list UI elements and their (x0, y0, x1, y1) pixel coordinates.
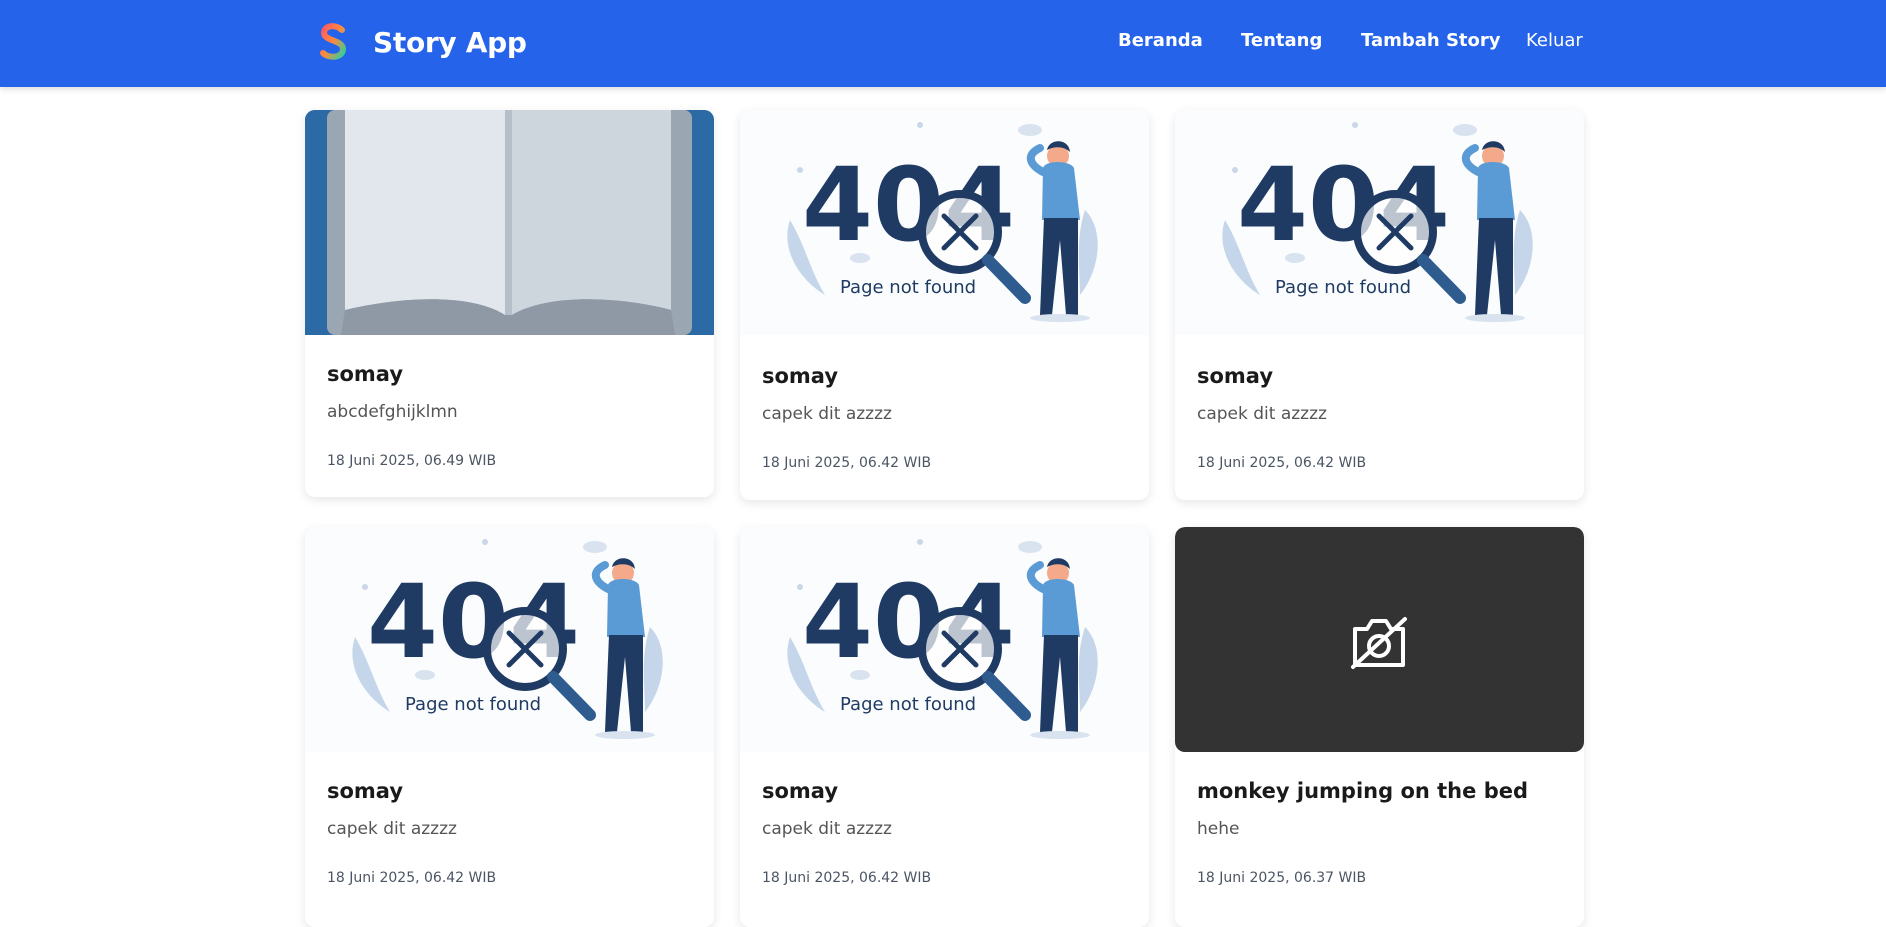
story-description: capek dit azzzz (762, 404, 892, 424)
story-image: 404 Page not found (1175, 110, 1584, 335)
story-card[interactable]: 404 Page not found somay capek dit azzzz… (740, 527, 1149, 927)
story-description: capek dit azzzz (762, 819, 892, 839)
story-description: capek dit azzzz (1197, 404, 1327, 424)
story-date: 18 Juni 2025, 06.49 WIB (327, 453, 497, 469)
story-description: capek dit azzzz (327, 819, 457, 839)
story-card[interactable]: 404 Page not found somay capek dit azzzz… (740, 110, 1149, 500)
story-title: somay (327, 779, 404, 803)
nav-tambah-story[interactable]: Tambah Story (1361, 30, 1501, 51)
story-date: 18 Juni 2025, 06.37 WIB (1197, 870, 1367, 886)
svg-text:Page not found: Page not found (1275, 277, 1411, 298)
story-image: 404 Page not found (740, 110, 1149, 335)
story-image: 404 Page not found (305, 527, 714, 752)
story-date: 18 Juni 2025, 06.42 WIB (762, 870, 932, 886)
story-title: somay (762, 779, 839, 803)
page-not-found-illustration: 404 Page not found (1222, 122, 1533, 322)
story-image-placeholder (1175, 527, 1584, 752)
book-image-icon (305, 110, 714, 335)
page-not-found-illustration: 404 Page not found (787, 539, 1098, 739)
story-title: monkey jumping on the bed (1197, 779, 1528, 803)
page-not-found-illustration: 404 Page not found (787, 122, 1098, 322)
svg-text:Page not found: Page not found (840, 694, 976, 715)
story-date: 18 Juni 2025, 06.42 WIB (762, 455, 932, 471)
story-card[interactable]: monkey jumping on the bed hehe 18 Juni 2… (1175, 527, 1584, 927)
app-header: Story App Beranda Tentang Tambah Story K… (0, 0, 1886, 87)
story-title: somay (1197, 364, 1274, 388)
story-description: hehe (1197, 819, 1240, 839)
story-date: 18 Juni 2025, 06.42 WIB (1197, 455, 1367, 471)
story-title: somay (327, 362, 404, 386)
story-card[interactable]: 404 Page not found somay capek dit azzzz… (1175, 110, 1584, 500)
story-image: 404 Page not found (740, 527, 1149, 752)
story-image (305, 110, 714, 335)
nav-beranda[interactable]: Beranda (1118, 30, 1203, 51)
nav-keluar[interactable]: Keluar (1526, 30, 1583, 51)
page-not-found-illustration: 404 Page not found (352, 539, 663, 739)
story-card[interactable]: somay abcdefghijklmn 18 Juni 2025, 06.49… (305, 110, 714, 497)
svg-text:Page not found: Page not found (405, 694, 541, 715)
story-card[interactable]: 404 Page not found somay capek dit azzzz… (305, 527, 714, 927)
no-camera-icon (1351, 617, 1407, 669)
story-description: abcdefghijklmn (327, 402, 458, 422)
story-date: 18 Juni 2025, 06.42 WIB (327, 870, 497, 886)
story-title: somay (762, 364, 839, 388)
main-nav: Beranda Tentang Tambah Story Keluar (0, 30, 1886, 60)
svg-text:Page not found: Page not found (840, 277, 976, 298)
nav-tentang[interactable]: Tentang (1241, 30, 1322, 51)
